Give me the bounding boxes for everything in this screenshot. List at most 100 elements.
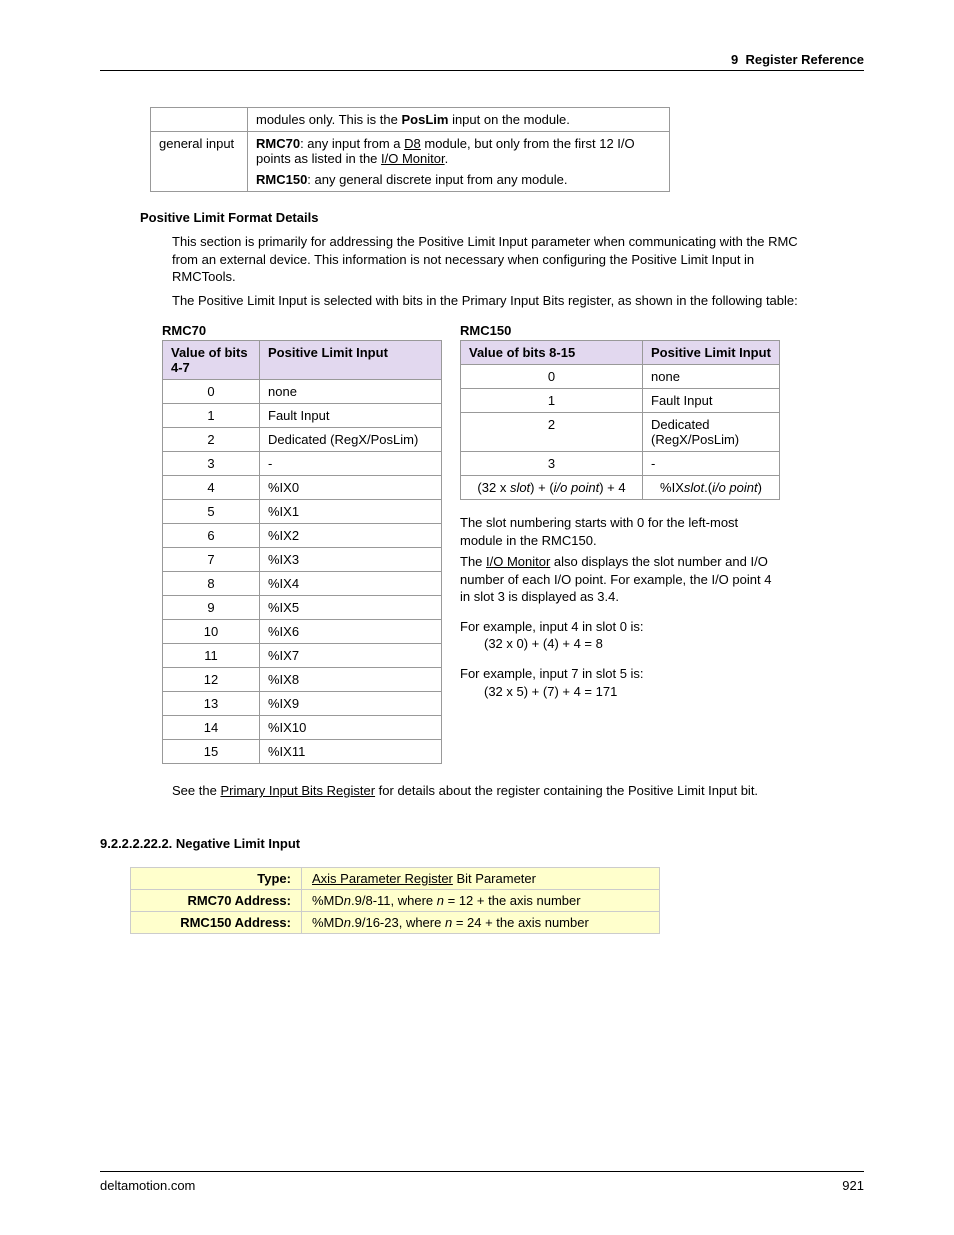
col-header: Positive Limit Input (643, 341, 780, 365)
chapter-number: 9 (731, 52, 738, 67)
cell: none (643, 365, 780, 389)
value: Axis Parameter Register Bit Parameter (302, 867, 660, 889)
table-row: general input RMC70: any input from a D8… (151, 132, 670, 192)
cell: %IX8 (260, 668, 442, 692)
body-text: See the Primary Input Bits Register for … (172, 782, 812, 800)
cell: none (260, 380, 442, 404)
section-number-heading: 9.2.2.2.22.2. Negative Limit Input (100, 836, 864, 851)
table-row: RMC70 Address: %MDn.9/8-11, where n = 12… (131, 889, 660, 911)
table-row: 11%IX7 (163, 644, 442, 668)
cell: %IX0 (260, 476, 442, 500)
footer-site: deltamotion.com (100, 1178, 195, 1193)
io-monitor-link[interactable]: I/O Monitor (381, 151, 445, 166)
col-header: Value of bits 4-7 (163, 341, 260, 380)
cell: 12 (163, 668, 260, 692)
body-text: The Positive Limit Input is selected wit… (172, 292, 812, 310)
label: RMC150 Address: (131, 911, 302, 933)
d8-link[interactable]: D8 (404, 136, 421, 151)
cell: %IX6 (260, 620, 442, 644)
rmc150-label: RMC150 (460, 323, 780, 338)
cell: %IXslot.(i/o point) (643, 476, 780, 500)
table-row: 2Dedicated (RegX/PosLim) (163, 428, 442, 452)
cell: 11 (163, 644, 260, 668)
cell: 1 (163, 404, 260, 428)
input-types-table: modules only. This is the PosLim input o… (150, 107, 670, 192)
cell: 7 (163, 548, 260, 572)
page-footer: deltamotion.com 921 (100, 1171, 864, 1193)
label: Type: (131, 867, 302, 889)
table-row: 0none (461, 365, 780, 389)
table-row: 1Fault Input (163, 404, 442, 428)
cell: RMC70: any input from a D8 module, but o… (248, 132, 670, 192)
table-row: Type: Axis Parameter Register Bit Parame… (131, 867, 660, 889)
table-row: (32 x slot) + (i/o point) + 4 %IXslot.(i… (461, 476, 780, 500)
cell: %IX1 (260, 500, 442, 524)
cell: %IX11 (260, 740, 442, 764)
table-row: RMC150 Address: %MDn.9/16-23, where n = … (131, 911, 660, 933)
io-monitor-link[interactable]: I/O Monitor (486, 554, 550, 569)
cell: 13 (163, 692, 260, 716)
cell: - (643, 452, 780, 476)
cell (151, 108, 248, 132)
axis-param-link[interactable]: Axis Parameter Register (312, 871, 453, 886)
cell: %IX10 (260, 716, 442, 740)
body-text: This section is primarily for addressing… (172, 233, 812, 286)
table-row: 15%IX11 (163, 740, 442, 764)
cell: 5 (163, 500, 260, 524)
table-row: 6%IX2 (163, 524, 442, 548)
table-row: 2Dedicated (RegX/PosLim) (461, 413, 780, 452)
cell: 3 (461, 452, 643, 476)
cell: Fault Input (260, 404, 442, 428)
cell: 0 (461, 365, 643, 389)
cell: 15 (163, 740, 260, 764)
cell: %IX2 (260, 524, 442, 548)
cell: 2 (163, 428, 260, 452)
cell: %IX5 (260, 596, 442, 620)
value: %MDn.9/16-23, where n = 24 + the axis nu… (302, 911, 660, 933)
col-header: Value of bits 8-15 (461, 341, 643, 365)
primary-input-bits-link[interactable]: Primary Input Bits Register (220, 783, 375, 798)
table-row: 0none (163, 380, 442, 404)
cell: %IX9 (260, 692, 442, 716)
cell: Fault Input (643, 389, 780, 413)
section-heading: Positive Limit Format Details (140, 210, 864, 225)
table-row: modules only. This is the PosLim input o… (151, 108, 670, 132)
table-row: 12%IX8 (163, 668, 442, 692)
cell: 8 (163, 572, 260, 596)
chapter-title: Register Reference (746, 52, 865, 67)
cell: (32 x slot) + (i/o point) + 4 (461, 476, 643, 500)
table-row: 4%IX0 (163, 476, 442, 500)
table-row: 3- (461, 452, 780, 476)
table-row: 5%IX1 (163, 500, 442, 524)
cell: - (260, 452, 442, 476)
table-row: 10%IX6 (163, 620, 442, 644)
table-row: 8%IX4 (163, 572, 442, 596)
table-row: 14%IX10 (163, 716, 442, 740)
table-row: 7%IX3 (163, 548, 442, 572)
cell: Dedicated (RegX/PosLim) (260, 428, 442, 452)
rmc150-notes: The slot numbering starts with 0 for the… (460, 514, 780, 700)
page-header: 9 Register Reference (100, 52, 864, 71)
cell: 9 (163, 596, 260, 620)
cell: 3 (163, 452, 260, 476)
cell: Dedicated (RegX/PosLim) (643, 413, 780, 452)
table-row: 13%IX9 (163, 692, 442, 716)
col-header: Positive Limit Input (260, 341, 442, 380)
table-row: 9%IX5 (163, 596, 442, 620)
cell: 6 (163, 524, 260, 548)
rmc70-table: Value of bits 4-7 Positive Limit Input 0… (162, 340, 442, 764)
cell: %IX4 (260, 572, 442, 596)
parameter-info-table: Type: Axis Parameter Register Bit Parame… (130, 867, 660, 934)
cell: 0 (163, 380, 260, 404)
footer-page: 921 (842, 1178, 864, 1193)
cell: general input (151, 132, 248, 192)
rmc150-table: Value of bits 8-15 Positive Limit Input … (460, 340, 780, 500)
cell: 1 (461, 389, 643, 413)
cell: 4 (163, 476, 260, 500)
cell: %IX3 (260, 548, 442, 572)
table-row: 1Fault Input (461, 389, 780, 413)
table-row: 3- (163, 452, 442, 476)
cell: 10 (163, 620, 260, 644)
cell: 2 (461, 413, 643, 452)
cell: modules only. This is the PosLim input o… (248, 108, 670, 132)
